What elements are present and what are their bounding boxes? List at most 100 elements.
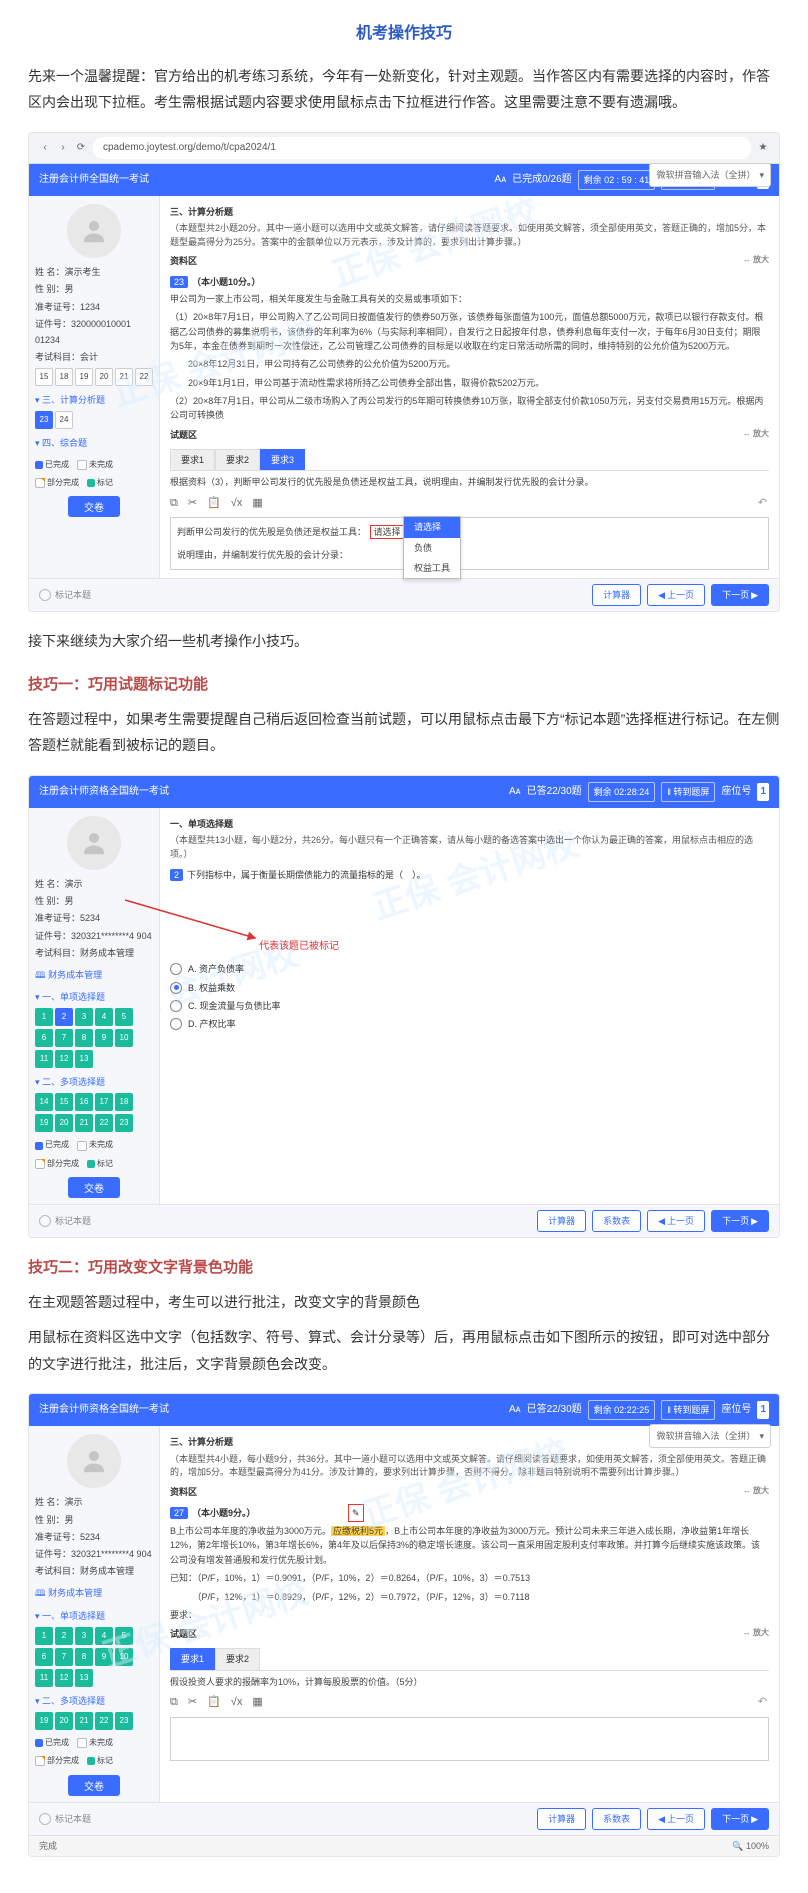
star-icon[interactable]: ★ bbox=[757, 142, 769, 154]
undo-icon[interactable]: ↶ bbox=[758, 1693, 767, 1713]
formula-icon[interactable]: √x bbox=[231, 494, 243, 514]
q-num[interactable]: 4 bbox=[95, 1008, 113, 1026]
submit-button[interactable]: 交卷 bbox=[68, 496, 120, 517]
q-num[interactable]: 19 bbox=[35, 1114, 53, 1132]
fullscreen-button[interactable]: ‖ 转到题屏 bbox=[661, 782, 715, 802]
prev-button[interactable]: ◀上一页 bbox=[647, 1210, 705, 1232]
zoom-level[interactable]: 🔍 100% bbox=[732, 1838, 769, 1854]
nav-back-icon[interactable]: ‹ bbox=[39, 142, 51, 154]
expand-button[interactable]: ↔ 放大 bbox=[743, 253, 769, 267]
answer-area[interactable]: 判断甲公司发行的优先股是负债还是权益工具： 请选择 请选择 负债 权益工具 说明… bbox=[170, 517, 769, 569]
q-num[interactable]: 21 bbox=[75, 1712, 93, 1730]
q-num[interactable]: 19 bbox=[75, 368, 93, 386]
q-num[interactable]: 16 bbox=[75, 1093, 93, 1111]
coefficient-button[interactable]: 系数表 bbox=[592, 1808, 641, 1830]
paste-icon[interactable]: 📋 bbox=[207, 1693, 221, 1713]
submit-button[interactable]: 交卷 bbox=[68, 1177, 120, 1198]
q-num[interactable]: 5 bbox=[115, 1008, 133, 1026]
next-button[interactable]: 下一页▶ bbox=[711, 1210, 769, 1232]
q-num[interactable]: 22 bbox=[95, 1712, 113, 1730]
expand-button[interactable]: ↔ 放大 bbox=[743, 1484, 769, 1498]
section-label[interactable]: ▾ 一、单项选择题 bbox=[35, 989, 153, 1005]
table-icon[interactable]: ▦ bbox=[252, 494, 262, 514]
q-num[interactable]: 21 bbox=[75, 1114, 93, 1132]
undo-icon[interactable]: ↶ bbox=[758, 494, 767, 514]
dropdown-option[interactable]: 请选择 bbox=[404, 517, 460, 537]
q-num[interactable]: 20 bbox=[55, 1712, 73, 1730]
q-num[interactable]: 12 bbox=[55, 1050, 73, 1068]
expand-button[interactable]: ↔ 放大 bbox=[743, 1626, 769, 1640]
section-label[interactable]: ▾ 二、多项选择题 bbox=[35, 1693, 153, 1709]
q-num[interactable]: 21 bbox=[115, 368, 133, 386]
q-num[interactable]: 7 bbox=[55, 1648, 73, 1666]
subject-link[interactable]: 🕮 财务成本管理 bbox=[35, 967, 153, 983]
q-num[interactable]: 20 bbox=[55, 1114, 73, 1132]
prev-button[interactable]: ◀上一页 bbox=[647, 584, 705, 606]
q-num[interactable]: 23 bbox=[115, 1712, 133, 1730]
q-num[interactable]: 17 bbox=[95, 1093, 113, 1111]
calculator-button[interactable]: 计算器 bbox=[537, 1210, 586, 1232]
q-num[interactable]: 22 bbox=[95, 1114, 113, 1132]
fullscreen-button[interactable]: ‖ 转到题屏 bbox=[661, 1400, 715, 1420]
tab-req1[interactable]: 要求1 bbox=[170, 1648, 215, 1669]
q-num[interactable]: 23 bbox=[115, 1114, 133, 1132]
q-num[interactable]: 9 bbox=[95, 1648, 113, 1666]
section-label[interactable]: ▾ 一、单项选择题 bbox=[35, 1608, 153, 1624]
mark-question[interactable]: 标记本题 bbox=[39, 587, 91, 603]
copy-icon[interactable]: ⧉ bbox=[170, 1693, 178, 1713]
ime-indicator[interactable]: 微软拼音输入法（全拼） ▾ bbox=[649, 163, 771, 187]
q-num[interactable]: 1 bbox=[35, 1627, 53, 1645]
q-num[interactable]: 13 bbox=[75, 1050, 93, 1068]
paste-icon[interactable]: 📋 bbox=[207, 494, 221, 514]
q-num[interactable]: 4 bbox=[95, 1627, 113, 1645]
formula-icon[interactable]: √x bbox=[231, 1693, 243, 1713]
q-num[interactable]: 15 bbox=[55, 1093, 73, 1111]
expand-button[interactable]: ↔ 放大 bbox=[743, 427, 769, 441]
q-num[interactable]: 3 bbox=[75, 1627, 93, 1645]
calculator-button[interactable]: 计算器 bbox=[537, 1808, 586, 1830]
submit-button[interactable]: 交卷 bbox=[68, 1775, 120, 1796]
q-num[interactable]: 8 bbox=[75, 1029, 93, 1047]
q-num[interactable]: 8 bbox=[75, 1648, 93, 1666]
next-button[interactable]: 下一页▶ bbox=[711, 1808, 769, 1830]
q-num[interactable]: 11 bbox=[35, 1050, 53, 1068]
coefficient-button[interactable]: 系数表 bbox=[592, 1210, 641, 1232]
url-bar[interactable]: cpademo.joytest.org/demo/t/cpa2024/1 bbox=[93, 137, 751, 159]
q-num[interactable]: 7 bbox=[55, 1029, 73, 1047]
q-num[interactable]: 6 bbox=[35, 1648, 53, 1666]
q-num[interactable]: 9 bbox=[95, 1029, 113, 1047]
ime-indicator[interactable]: 微软拼音输入法（全拼） ▾ bbox=[649, 1424, 771, 1448]
q-num[interactable]: 5 bbox=[115, 1627, 133, 1645]
calculator-button[interactable]: 计算器 bbox=[592, 584, 641, 606]
q-num[interactable]: 2 bbox=[55, 1008, 73, 1026]
dropdown-field[interactable]: 请选择 bbox=[370, 525, 405, 539]
q-num[interactable]: 13 bbox=[75, 1669, 93, 1687]
q-num[interactable]: 12 bbox=[55, 1669, 73, 1687]
dropdown-option[interactable]: 负债 bbox=[404, 538, 460, 558]
prev-button[interactable]: ◀上一页 bbox=[647, 1808, 705, 1830]
q-num[interactable]: 6 bbox=[35, 1029, 53, 1047]
font-size-icon[interactable]: Aᴀ bbox=[509, 1401, 521, 1419]
q-num[interactable]: 20 bbox=[95, 368, 113, 386]
copy-icon[interactable]: ⧉ bbox=[170, 494, 178, 514]
font-size-icon[interactable]: Aᴀ bbox=[495, 171, 507, 189]
cut-icon[interactable]: ✂ bbox=[188, 494, 197, 514]
option-b[interactable]: B. 权益乘数 bbox=[170, 980, 769, 996]
tab-req3[interactable]: 要求3 bbox=[260, 449, 305, 470]
q-num[interactable]: 3 bbox=[75, 1008, 93, 1026]
table-icon[interactable]: ▦ bbox=[252, 1693, 262, 1713]
answer-area[interactable] bbox=[170, 1717, 769, 1761]
mark-question[interactable]: 标记本题 bbox=[39, 1811, 91, 1827]
section-label[interactable]: ▾ 三、计算分析题 bbox=[35, 392, 153, 408]
font-size-icon[interactable]: Aᴀ bbox=[509, 783, 521, 801]
tab-req2[interactable]: 要求2 bbox=[215, 1648, 260, 1669]
dropdown-option[interactable]: 权益工具 bbox=[404, 558, 460, 578]
cut-icon[interactable]: ✂ bbox=[188, 1693, 197, 1713]
q-num[interactable]: 10 bbox=[115, 1648, 133, 1666]
section-label[interactable]: ▾ 二、多项选择题 bbox=[35, 1074, 153, 1090]
subject-link[interactable]: 🕮 财务成本管理 bbox=[35, 1585, 153, 1601]
mark-question[interactable]: 标记本题 bbox=[39, 1213, 91, 1229]
highlight-button[interactable]: ✎ bbox=[348, 1504, 364, 1522]
next-button[interactable]: 下一页▶ bbox=[711, 584, 769, 606]
q-num[interactable]: 18 bbox=[55, 368, 73, 386]
